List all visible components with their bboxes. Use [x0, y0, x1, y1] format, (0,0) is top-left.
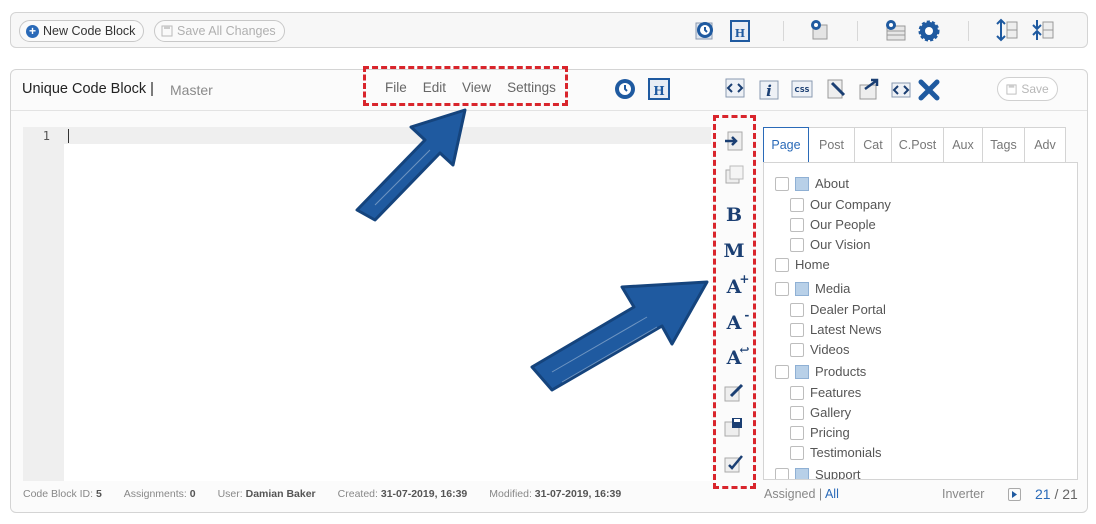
annotation-arrow-up [355, 108, 467, 222]
checkbox[interactable] [790, 302, 804, 317]
tree-item[interactable]: Videos [790, 342, 850, 357]
assignment-tabs: Page Post Cat C.Post Aux Tags Adv [763, 127, 1066, 163]
header-divider [11, 110, 1087, 111]
toolbar-separator [968, 21, 969, 41]
top-toolbar: + New Code Block Save All Changes H [10, 12, 1088, 48]
css-icon[interactable]: CSS [790, 77, 814, 101]
tab-page[interactable]: Page [763, 127, 809, 163]
text-caret [68, 129, 69, 143]
save-label: Save [1021, 82, 1049, 96]
tree-item[interactable]: Media [775, 281, 850, 296]
tree-item[interactable]: Our Company [790, 197, 891, 212]
tree-item[interactable]: Our People [790, 217, 876, 232]
modified-date: Modified: 31-07-2019, 16:39 [489, 488, 622, 500]
tab-post[interactable]: Post [809, 127, 855, 163]
tree-item[interactable]: Our Vision [790, 237, 870, 252]
checkbox[interactable] [775, 364, 789, 379]
toolbar-separator [783, 21, 784, 41]
play-icon [1012, 491, 1017, 498]
plus-icon: + [26, 24, 39, 38]
checkbox[interactable] [775, 176, 789, 191]
checkbox[interactable] [790, 425, 804, 440]
export-icon[interactable] [857, 77, 881, 101]
folder-icon [795, 467, 809, 479]
code-icon[interactable] [723, 76, 747, 100]
gear-icon[interactable] [917, 19, 941, 43]
block-subtitle: Master [170, 82, 213, 98]
page-tree: About Our Company Our People Our Vision … [763, 162, 1078, 480]
tree-item[interactable]: Dealer Portal [790, 302, 886, 317]
all-link[interactable]: All [825, 487, 839, 501]
save-all-button[interactable]: Save All Changes [154, 20, 285, 42]
tree-item[interactable]: Pricing [790, 425, 850, 440]
checkbox[interactable] [790, 217, 804, 232]
annotation-arrow-right [530, 280, 709, 392]
status-bar: Code Block ID: 5 Assignments: 0 User: Da… [23, 488, 621, 500]
tree-item[interactable]: Support [775, 467, 861, 479]
tab-tags[interactable]: Tags [983, 127, 1025, 163]
folder-icon [795, 281, 809, 296]
html-icon[interactable]: H [647, 77, 671, 101]
history-icon[interactable] [613, 77, 637, 101]
tree-item[interactable]: Products [775, 364, 866, 379]
new-code-block-button[interactable]: + New Code Block [19, 20, 145, 42]
checkbox[interactable] [790, 237, 804, 252]
svg-text:H: H [735, 27, 745, 40]
svg-text:H: H [653, 84, 664, 98]
tab-cat[interactable]: Cat [855, 127, 892, 163]
assignment-count: Assignments: 0 [123, 488, 196, 500]
assigned-link[interactable]: Assigned [764, 487, 815, 501]
line-gutter: 1 [23, 127, 64, 481]
save-button[interactable]: Save [997, 77, 1058, 101]
folder-icon [795, 364, 809, 379]
html-icon[interactable]: H [729, 19, 753, 43]
floppy-icon [161, 25, 173, 37]
settings-grid-icon[interactable] [883, 18, 907, 42]
checkbox[interactable] [790, 342, 804, 357]
created-date: Created: 31-07-2019, 16:39 [337, 488, 468, 500]
edit-file-icon[interactable] [824, 77, 848, 101]
save-all-label: Save All Changes [177, 24, 276, 38]
settings-page-icon[interactable] [807, 17, 831, 41]
svg-text:i: i [766, 82, 772, 100]
inverter-label: Inverter [942, 487, 985, 501]
collapse-rows-icon[interactable] [1031, 18, 1055, 42]
tree-item[interactable]: Testimonials [790, 445, 882, 460]
close-icon[interactable] [917, 78, 941, 102]
tree-item[interactable]: About [775, 176, 849, 191]
new-code-block-label: New Code Block [43, 24, 136, 38]
checkbox[interactable] [775, 467, 789, 479]
expand-rows-icon[interactable] [995, 18, 1019, 42]
assigned-filter: Assigned | All [764, 487, 839, 501]
checkbox[interactable] [790, 385, 804, 400]
tree-item[interactable]: Gallery [790, 405, 851, 420]
tab-custom-post[interactable]: C.Post [892, 127, 944, 163]
tree-item[interactable]: Home [775, 257, 830, 272]
floppy-icon [1006, 83, 1017, 95]
user-info: User: Damian Baker [217, 488, 316, 500]
tab-adv[interactable]: Adv [1025, 127, 1066, 163]
folder-icon [795, 176, 809, 191]
code-wrap-icon[interactable] [889, 76, 913, 100]
checkbox[interactable] [790, 405, 804, 420]
tree-item[interactable]: Features [790, 385, 861, 400]
info-icon[interactable]: i [757, 78, 781, 102]
svg-text:CSS: CSS [794, 86, 809, 94]
checkbox[interactable] [790, 322, 804, 337]
tree-item[interactable]: Latest News [790, 322, 882, 337]
toolbar-separator [857, 21, 858, 41]
inverter-toggle[interactable] [1008, 488, 1021, 501]
tab-aux[interactable]: Aux [944, 127, 983, 163]
line-number: 1 [42, 129, 50, 143]
code-block-id: Code Block ID: 5 [23, 488, 102, 500]
checkbox[interactable] [790, 197, 804, 212]
checkbox[interactable] [790, 445, 804, 460]
page-title: Unique Code Block | [22, 81, 154, 97]
history-icon[interactable] [695, 19, 719, 43]
checkbox[interactable] [775, 281, 789, 296]
assignment-counter: 21 / 21 [1035, 486, 1078, 502]
checkbox[interactable] [775, 257, 789, 272]
